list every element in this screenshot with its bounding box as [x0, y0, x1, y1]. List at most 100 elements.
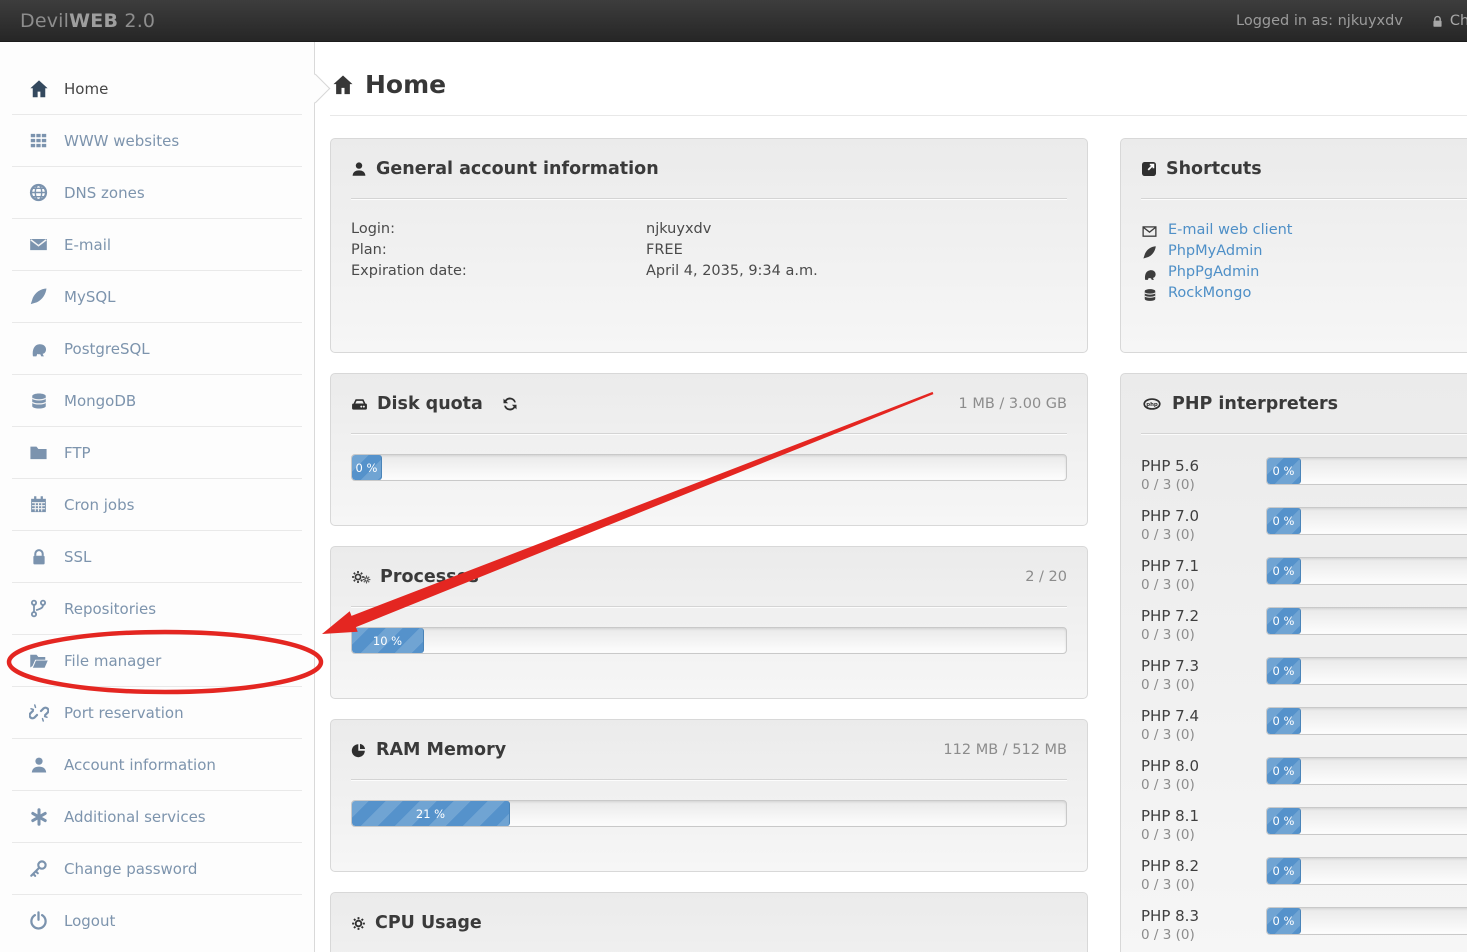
sidebar-item-label: Change password [64, 860, 197, 878]
phppgadmin-link[interactable]: PhpPgAdmin [1168, 262, 1259, 283]
php-progress: 0 % [1266, 457, 1467, 485]
globe-icon [28, 183, 49, 202]
php-interpreter-row: PHP 8.3 0 / 3 (0) 0 % [1141, 906, 1467, 945]
sidebar-item-file-manager[interactable]: File manager [0, 635, 314, 686]
sidebar-item-port-reservation[interactable]: Port reservation [0, 687, 314, 738]
envelope-icon [28, 235, 49, 254]
elephant-icon [28, 339, 49, 359]
php-version-label: PHP 5.6 [1141, 456, 1266, 476]
lock-icon [28, 547, 49, 566]
sidebar-item-ftp[interactable]: FTP [0, 427, 314, 478]
php-usage-label: 0 / 3 (0) [1141, 776, 1266, 795]
php-usage-label: 0 / 3 (0) [1141, 626, 1266, 645]
sidebar-item-ssl[interactable]: SSL [0, 531, 314, 582]
sidebar-item-mongodb[interactable]: MongoDB [0, 375, 314, 426]
page-title: Home [330, 66, 1467, 116]
sidebar-item-label: WWW websites [64, 132, 179, 150]
sidebar-item-label: File manager [64, 652, 161, 670]
php-progress: 0 % [1266, 907, 1467, 935]
account-row-expiration: Expiration date: April 4, 2035, 9:34 a.m… [351, 261, 1067, 282]
sidebar-item-logout[interactable]: Logout [0, 895, 314, 946]
sidebar-item-label: Account information [64, 756, 216, 774]
plan-value: FREE [646, 240, 683, 261]
sidebar-item-additional-services[interactable]: Additional services [0, 791, 314, 842]
sidebar-item-label: Additional services [64, 808, 206, 826]
account-row-login: Login: njkuyxdv [351, 219, 1067, 240]
php-interpreter-row: PHP 7.0 0 / 3 (0) 0 % [1141, 506, 1467, 545]
php-version-label: PHP 7.0 [1141, 506, 1266, 526]
sidebar-item-postgresql[interactable]: PostgreSQL [0, 323, 314, 374]
sidebar-item-label: FTP [64, 444, 91, 462]
grid-icon [28, 131, 49, 150]
change-password-link[interactable]: Change password [1431, 13, 1467, 29]
sidebar-item-label: Home [64, 80, 108, 98]
expiration-value: April 4, 2035, 9:34 a.m. [646, 261, 818, 282]
sidebar-item-label: MySQL [64, 288, 116, 306]
php-interpreter-row: PHP 5.6 0 / 3 (0) 0 % [1141, 456, 1467, 495]
php-usage-label: 0 / 3 (0) [1141, 576, 1266, 595]
sidebar-item-mysql[interactable]: MySQL [0, 271, 314, 322]
sidebar-item-dns-zones[interactable]: DNS zones [0, 167, 314, 218]
home-icon [28, 79, 49, 99]
user-icon [28, 755, 49, 774]
database-icon [28, 391, 49, 410]
rockmongo-link[interactable]: RockMongo [1168, 283, 1251, 304]
account-row-plan: Plan: FREE [351, 240, 1067, 261]
quill-icon [28, 287, 49, 306]
folder-open-icon [28, 651, 49, 671]
branch-icon [28, 599, 49, 618]
app-logo: DevilWEB 2.0 [0, 10, 155, 32]
php-interpreter-row: PHP 7.4 0 / 3 (0) 0 % [1141, 706, 1467, 745]
shortcut-phpmyadmin: PhpMyAdmin [1141, 241, 1467, 262]
php-version-label: PHP 8.2 [1141, 856, 1266, 876]
user-icon [351, 161, 367, 177]
php-version-label: PHP 8.1 [1141, 806, 1266, 826]
asterisk-icon [28, 807, 49, 826]
php-progress: 0 % [1266, 757, 1467, 785]
external-link-icon [1141, 161, 1157, 177]
php-version-label: PHP 8.3 [1141, 906, 1266, 926]
sidebar-item-change-password[interactable]: Change password [0, 843, 314, 894]
processes-panel: Processes 2 / 20 10 % [330, 546, 1088, 699]
sidebar-item-label: E-mail [64, 236, 111, 254]
php-usage-label: 0 / 3 (0) [1141, 926, 1266, 945]
php-interpreter-row: PHP 7.1 0 / 3 (0) 0 % [1141, 556, 1467, 595]
php-usage-label: 0 / 3 (0) [1141, 726, 1266, 745]
php-usage-label: 0 / 3 (0) [1141, 826, 1266, 845]
gear-icon [351, 916, 366, 931]
php-usage-label: 0 / 3 (0) [1141, 676, 1266, 695]
sidebar-item-www-websites[interactable]: WWW websites [0, 115, 314, 166]
sidebar-item-cron-jobs[interactable]: Cron jobs [0, 479, 314, 530]
sidebar-item-account-information[interactable]: Account information [0, 739, 314, 790]
sidebar-item-label: Cron jobs [64, 496, 134, 514]
php-progress: 0 % [1266, 857, 1467, 885]
php-progress: 0 % [1266, 657, 1467, 685]
email-web-client-link[interactable]: E-mail web client [1168, 220, 1293, 241]
php-icon [1141, 395, 1163, 413]
shortcuts-panel: Shortcuts E-mail web client PhpMyAdmin [1120, 138, 1467, 353]
sidebar-item-label: SSL [64, 548, 91, 566]
refresh-icon[interactable] [502, 396, 518, 412]
php-interpreter-row: PHP 7.3 0 / 3 (0) 0 % [1141, 656, 1467, 695]
sidebar: Home WWW websites DNS zones E-mail MySQL… [0, 42, 315, 952]
ram-value: 112 MB / 512 MB [943, 742, 1067, 758]
shortcut-rockmongo: RockMongo [1141, 283, 1467, 304]
php-progress: 0 % [1266, 607, 1467, 635]
php-progress: 0 % [1266, 807, 1467, 835]
disk-quota-value: 1 MB / 3.00 GB [959, 396, 1067, 412]
general-account-information-panel: General account information Login: njkuy… [330, 138, 1088, 353]
database-icon [1141, 283, 1158, 304]
php-interpreter-row: PHP 8.0 0 / 3 (0) 0 % [1141, 756, 1467, 795]
ram-memory-panel: RAM Memory 112 MB / 512 MB 21 % [330, 719, 1088, 872]
sidebar-item-repositories[interactable]: Repositories [0, 583, 314, 634]
php-progress: 0 % [1266, 557, 1467, 585]
php-version-label: PHP 7.4 [1141, 706, 1266, 726]
phpmyadmin-link[interactable]: PhpMyAdmin [1168, 241, 1262, 262]
key-icon [28, 859, 49, 878]
sidebar-item-home[interactable]: Home [0, 63, 314, 114]
envelope-icon [1141, 220, 1158, 241]
sidebar-item-label: Logout [64, 912, 115, 930]
broken-link-icon [28, 703, 49, 723]
disk-quota-progress: 0 % [351, 454, 1067, 481]
sidebar-item-email[interactable]: E-mail [0, 219, 314, 270]
